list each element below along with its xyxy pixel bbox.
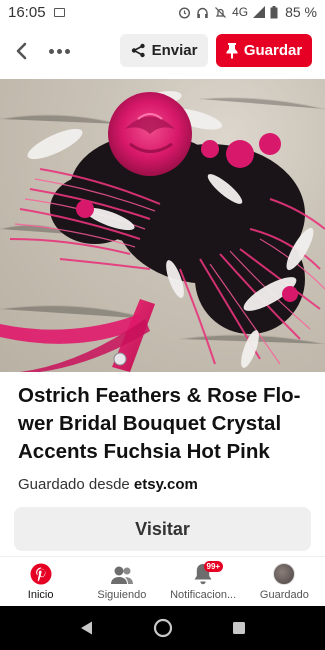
nav-label: Siguiendo <box>97 589 147 601</box>
save-button[interactable]: Guardar <box>216 34 312 67</box>
source-link[interactable]: etsy.com <box>134 476 198 493</box>
battery-icon <box>270 5 278 18</box>
system-nav-bar <box>0 606 325 650</box>
chevron-left-icon <box>16 42 27 60</box>
saved-from-prefix: Guardado desde <box>18 476 134 493</box>
signal-icon <box>253 6 266 18</box>
following-icon <box>110 566 133 584</box>
nav-label: Notificacion... <box>170 589 237 601</box>
share-icon <box>131 43 145 58</box>
nav-label: Inicio <box>27 589 54 601</box>
dot-icon <box>56 48 62 54</box>
share-label: Enviar <box>151 42 198 59</box>
nav-following[interactable]: Siguiendo <box>81 557 162 606</box>
nav-saved[interactable]: Guardado <box>244 557 325 606</box>
network-type: 4G <box>232 5 249 19</box>
share-button[interactable]: Enviar <box>120 34 208 67</box>
dot-icon <box>48 48 54 54</box>
pin-title: Ostrich Feathers & Rose Flo- wer Bridal … <box>18 382 313 466</box>
status-time: 16:05 <box>8 3 46 21</box>
back-button[interactable] <box>10 36 32 66</box>
gallery-notification-icon <box>53 7 65 17</box>
back-triangle-icon[interactable] <box>79 620 95 636</box>
status-icons: 4G 85 % <box>178 4 317 20</box>
pin-title-line: Ostrich Feathers & Rose Flo- <box>18 384 301 407</box>
pin-title-line: Accents Fuchsia Hot Pink <box>18 440 270 463</box>
nav-notifications[interactable]: 99+ Notificacion... <box>163 557 244 606</box>
status-bar: 16:05 4G 85 % <box>0 0 325 24</box>
bouquet-illustration <box>0 91 325 372</box>
nav-label: Guardado <box>259 589 309 601</box>
mute-icon <box>215 6 226 18</box>
pin-icon <box>226 43 238 59</box>
avatar <box>273 563 296 585</box>
nav-home[interactable]: Inicio <box>0 557 81 606</box>
headphones-icon <box>197 7 208 18</box>
more-options-button[interactable] <box>46 36 72 66</box>
recents-square-icon[interactable] <box>232 621 246 635</box>
notification-badge: 99+ <box>203 561 224 572</box>
alarm-icon <box>179 6 191 19</box>
saved-from: Guardado desde etsy.com <box>18 476 198 493</box>
battery-percent: 85 % <box>285 4 317 20</box>
home-circle-icon[interactable] <box>153 618 173 638</box>
pin-header: Enviar Guardar <box>0 24 325 78</box>
save-label: Guardar <box>243 42 303 59</box>
pinterest-icon <box>30 563 52 585</box>
visit-button[interactable]: Visitar <box>14 507 311 551</box>
pin-image[interactable] <box>0 79 325 372</box>
dot-icon <box>64 48 70 54</box>
bottom-nav: Inicio Siguiendo 99+ Notificacion... Gua… <box>0 556 325 606</box>
pin-title-line: wer Bridal Bouquet Crystal <box>18 412 282 435</box>
